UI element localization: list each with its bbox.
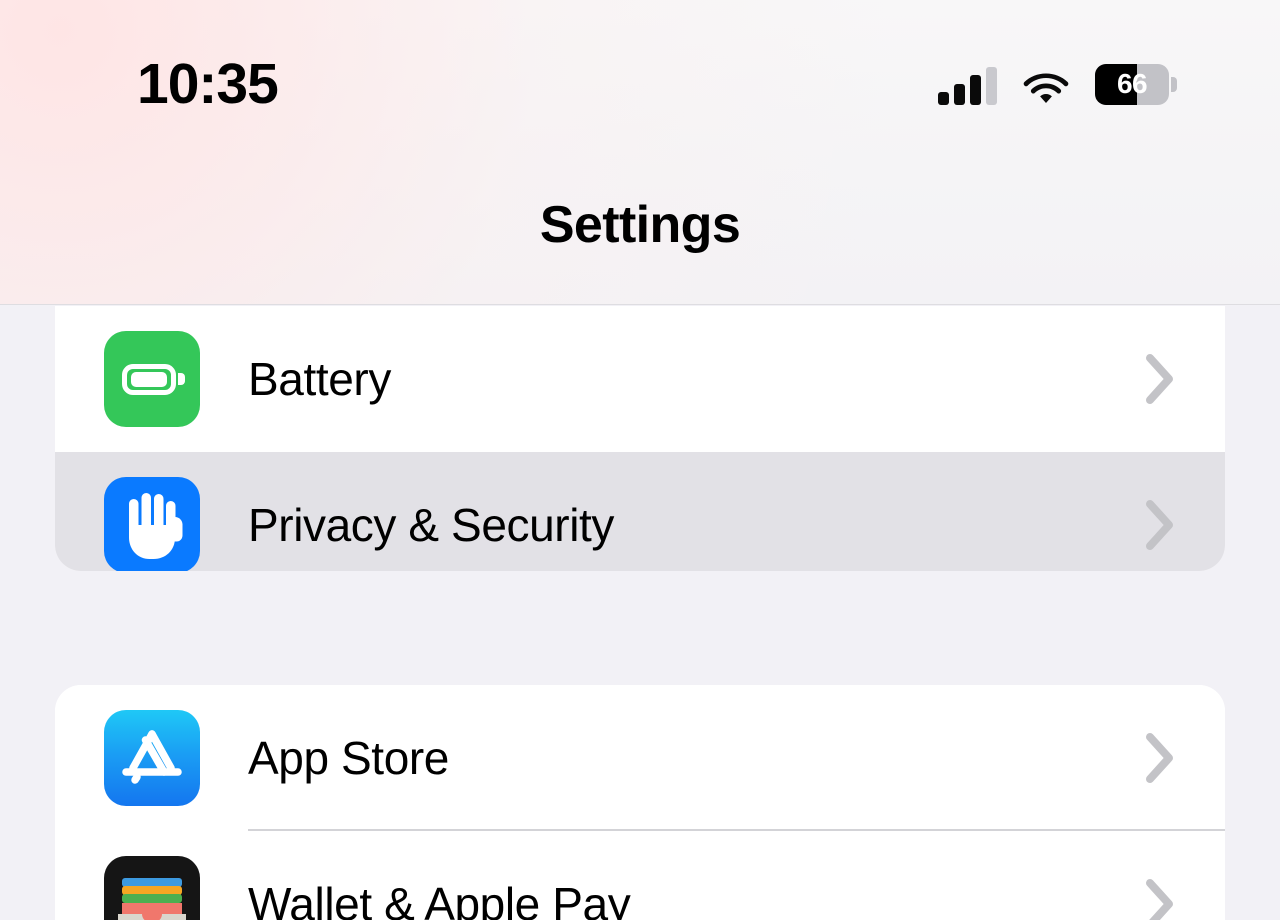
battery-icon-fill <box>131 372 167 387</box>
battery-app-icon <box>104 331 200 427</box>
iphone-settings-screen: 10:35 66 Settings Battery Privacy & Secu… <box>0 0 1280 920</box>
settings-row-label: Wallet & Apple Pay <box>248 878 631 920</box>
hand-raised-icon <box>104 477 200 571</box>
settings-group-system: Battery Privacy & Security <box>55 306 1225 571</box>
settings-row-battery[interactable]: Battery <box>55 306 1225 452</box>
chevron-right-icon <box>1145 353 1175 405</box>
wifi-icon <box>1022 67 1070 105</box>
status-bar: 10:35 66 <box>0 0 1280 160</box>
battery-percent-label: 66 <box>1116 67 1148 99</box>
status-bar-indicators: 66 <box>938 57 1177 105</box>
settings-row-privacy-security[interactable]: Privacy & Security <box>55 452 1225 571</box>
settings-list[interactable]: Battery Privacy & Security App Store Wal… <box>0 306 1280 920</box>
settings-row-wallet-apple-pay[interactable]: Wallet & Apple Pay <box>55 831 1225 920</box>
battery-icon-shell <box>122 364 176 395</box>
battery-body: 66 <box>1095 63 1170 105</box>
battery-icon-nub <box>178 373 185 385</box>
settings-row-label: Privacy & Security <box>248 499 615 551</box>
signal-bar-1 <box>938 92 949 105</box>
chevron-right-icon <box>1145 878 1175 920</box>
page-title: Settings <box>539 196 741 254</box>
battery-tip <box>1171 76 1177 92</box>
status-bar-clock: 10:35 <box>137 52 279 116</box>
signal-bar-3 <box>970 75 981 105</box>
wallet-icon <box>104 856 200 920</box>
chevron-right-icon <box>1145 499 1175 551</box>
signal-bar-2 <box>954 84 965 105</box>
settings-group-store: App Store Wallet & Apple Pay <box>55 685 1225 920</box>
battery-icon: 66 <box>1095 63 1177 105</box>
chevron-right-icon <box>1145 732 1175 784</box>
settings-row-app-store[interactable]: App Store <box>55 685 1225 831</box>
cellular-signal-icon <box>938 67 997 105</box>
navigation-header: 10:35 66 Settings <box>0 0 1280 305</box>
app-store-icon <box>104 710 200 806</box>
signal-bar-4 <box>986 67 997 105</box>
settings-row-label: Battery <box>248 353 391 405</box>
settings-row-label: App Store <box>248 732 449 784</box>
